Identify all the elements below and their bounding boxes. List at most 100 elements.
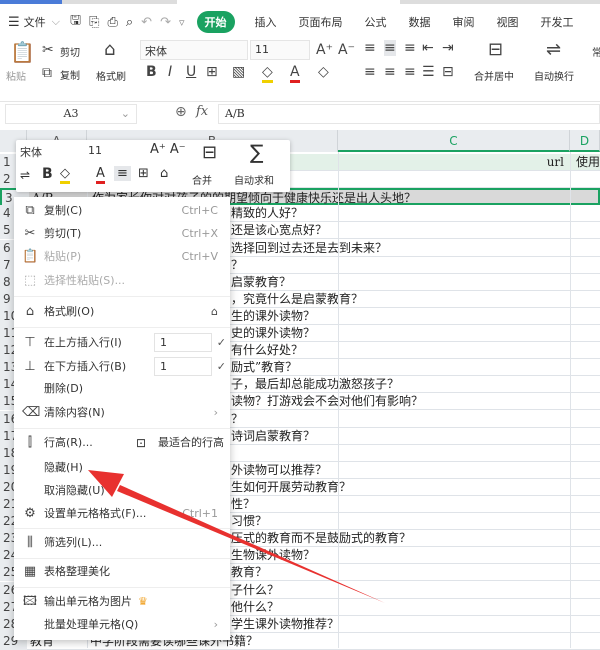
cell-b[interactable]: 还是该心宽点好？: [231, 222, 561, 239]
cell-b[interactable]: 读物？打游戏会不会对他们有影响？: [231, 393, 561, 410]
align-top-icon[interactable]: ≡: [364, 40, 376, 56]
cell-b[interactable]: 生物课外读物？: [231, 547, 561, 564]
cell-style-icon[interactable]: ▧: [232, 64, 245, 80]
format-painter-button[interactable]: 格式刷: [96, 68, 126, 83]
fill-color-icon[interactable]: ◇: [60, 166, 70, 184]
cell-b[interactable]: 精致的人好？: [231, 205, 561, 222]
merge-center-button[interactable]: 合并居中: [474, 68, 514, 83]
menu-item-unhide[interactable]: 取消隐藏(U): [14, 479, 230, 503]
col-header-d[interactable]: D: [570, 130, 600, 152]
align-middle-icon[interactable]: ≡: [384, 40, 396, 56]
cell-b[interactable]: 学生课外读物推荐？: [231, 616, 561, 633]
redo-icon[interactable]: ↷: [160, 15, 171, 30]
menu-item-cut[interactable]: ✂ 剪切(T) Ctrl+X: [14, 222, 230, 246]
cell-b[interactable]: ？: [231, 411, 561, 428]
menu-item-format-painter[interactable]: ⌂ 格式刷(O) ⌂: [14, 300, 230, 324]
tab-data[interactable]: 数据: [409, 14, 431, 30]
save-icon[interactable]: 🖫: [70, 11, 81, 33]
distributed-icon[interactable]: ⊟: [442, 64, 454, 80]
tab-page-layout[interactable]: 页面布局: [299, 14, 343, 30]
confirm-check-icon[interactable]: ✓: [217, 331, 226, 355]
format-painter-icon[interactable]: ⌂: [160, 166, 168, 181]
font-color-icon[interactable]: A: [96, 166, 105, 184]
menu-item-paste[interactable]: 📋 粘贴(P) Ctrl+V: [14, 245, 230, 269]
clear-format-icon[interactable]: ◇: [318, 64, 329, 80]
confirm-check-icon[interactable]: ✓: [217, 355, 226, 379]
cell-b[interactable]: 他什么？: [231, 599, 561, 616]
print-preview-icon[interactable]: ⌕: [126, 15, 133, 30]
autosum-button[interactable]: 自动求和: [234, 172, 274, 187]
align-right-icon[interactable]: ≡: [404, 64, 416, 80]
menu-item-best-fit-height[interactable]: ⊡ 最适合的行高: [134, 431, 230, 455]
bold-icon[interactable]: B: [42, 166, 53, 182]
insert-below-count[interactable]: 1: [154, 357, 212, 376]
italic-icon[interactable]: I: [168, 64, 172, 80]
tab-view[interactable]: 视图: [497, 14, 519, 30]
cell-b[interactable]: ？: [231, 257, 561, 274]
menu-item-paste-special[interactable]: ⬚ 选择性粘贴(S)...: [14, 269, 230, 293]
cell-b[interactable]: 史的课外读物？: [231, 325, 561, 342]
cell-b[interactable]: 有什么好处？: [231, 342, 561, 359]
cell-b[interactable]: 外读物可以推荐？: [231, 462, 561, 479]
merge-button[interactable]: 合并: [192, 172, 212, 187]
font-size-select[interactable]: 11: [250, 40, 310, 60]
menu-item-batch[interactable]: 批量处理单元格(Q) ›: [14, 613, 230, 637]
align-icon[interactable]: ≡: [114, 166, 131, 181]
hamburger-menu-icon[interactable]: ☰: [8, 15, 20, 30]
cut-button[interactable]: 剪切: [60, 44, 80, 59]
menu-item-beautify[interactable]: ▦ 表格整理美化: [14, 560, 230, 584]
cell-b[interactable]: 励式”教育？: [231, 359, 561, 376]
mini-font-select[interactable]: 宋体: [20, 144, 84, 160]
align-bottom-icon[interactable]: ≡: [404, 40, 416, 56]
paste-icon[interactable]: 📋: [10, 42, 35, 62]
font-color-icon[interactable]: A: [290, 64, 300, 83]
more-icon[interactable]: ▿: [179, 16, 185, 29]
cell-b[interactable]: 启蒙教育？: [231, 274, 561, 291]
mini-size-select[interactable]: 11: [88, 144, 102, 157]
menu-item-clear[interactable]: ⌫ 清除内容(N) ›: [14, 401, 230, 425]
formula-input[interactable]: A/B: [218, 104, 600, 124]
file-menu[interactable]: 文件: [24, 14, 46, 30]
indent-decrease-icon[interactable]: ⇤: [422, 40, 434, 56]
wrap-text-button[interactable]: 自动换行: [534, 68, 574, 83]
cell-b[interactable]: ，究竟什么是启蒙教育？: [231, 291, 561, 308]
export-icon[interactable]: ⎘: [89, 15, 99, 30]
menu-item-hide[interactable]: 隐藏(H): [14, 456, 230, 480]
cell-b[interactable]: 习惯？: [231, 513, 561, 530]
menu-item-format-cells[interactable]: ⚙ 设置单元格格式(F)... Ctrl+1: [14, 502, 230, 526]
wrap-icon[interactable]: ⇌: [20, 168, 30, 182]
increase-font-icon[interactable]: A⁺: [316, 42, 333, 58]
cell-c[interactable]: url: [340, 154, 568, 171]
cell-b[interactable]: 生的课外读物？: [231, 308, 561, 325]
col-header-c[interactable]: C: [338, 130, 570, 152]
insert-above-count[interactable]: 1: [154, 333, 212, 352]
align-center-icon[interactable]: ≡: [384, 64, 396, 80]
decrease-font-icon[interactable]: A⁻: [338, 42, 355, 58]
tab-review[interactable]: 审阅: [453, 14, 475, 30]
bold-icon[interactable]: B: [146, 64, 157, 80]
justify-icon[interactable]: ☰: [422, 64, 435, 80]
number-format-select[interactable]: 常: [592, 44, 600, 59]
copy-button[interactable]: 复制: [60, 67, 80, 82]
tab-formula[interactable]: 公式: [365, 14, 387, 30]
menu-item-copy[interactable]: ⧉ 复制(C) Ctrl+C: [14, 199, 230, 223]
indent-increase-icon[interactable]: ⇥: [442, 40, 454, 56]
cell-b[interactable]: 子，最后却总能成功激怒孩子？: [231, 376, 561, 393]
menu-item-delete[interactable]: 删除(D): [14, 377, 230, 401]
chevron-down-icon[interactable]: ⌵: [52, 15, 60, 29]
cell-b[interactable]: 子什么？: [231, 582, 561, 599]
cell-b[interactable]: 生如何开展劳动教育？: [231, 479, 561, 496]
underline-icon[interactable]: U: [186, 64, 196, 80]
border-icon[interactable]: ⊞: [206, 64, 218, 80]
cell-b[interactable]: 压式的教育而不是鼓励式的教育？: [231, 530, 561, 547]
menu-item-filter-column[interactable]: ⫼ 筛选列(L)...: [14, 531, 230, 555]
cell-b[interactable]: 诗词启蒙教育？: [231, 428, 561, 445]
cell-b[interactable]: 选择回到过去还是去到未来？: [231, 240, 561, 257]
menu-item-insert-above[interactable]: ⊤ 在上方插入行(I) 1 ✓: [14, 331, 230, 355]
format-painter-lock-icon[interactable]: ⌂: [211, 300, 218, 324]
increase-font-icon[interactable]: A⁺ A⁻: [150, 142, 186, 157]
cell-b[interactable]: [231, 445, 561, 462]
cell-d[interactable]: 使用: [576, 154, 600, 171]
undo-icon[interactable]: ↶: [141, 15, 152, 30]
tab-insert[interactable]: 插入: [255, 14, 277, 30]
